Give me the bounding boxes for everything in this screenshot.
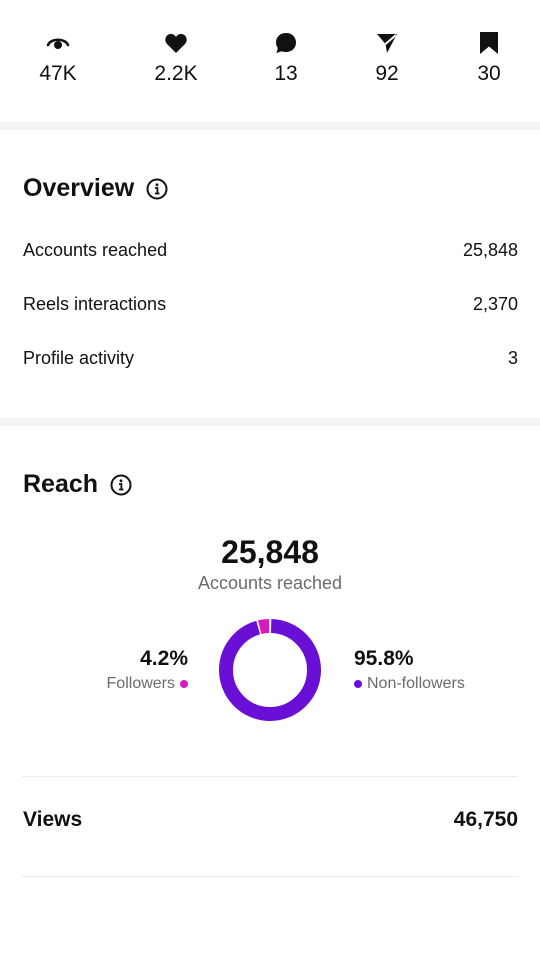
heart-icon xyxy=(136,30,216,56)
donut-segment-non-followers xyxy=(219,619,321,721)
share-icon xyxy=(347,30,427,56)
followers-percent: 4.2% xyxy=(140,647,188,670)
reach-total: 25,848 xyxy=(221,534,319,570)
reach-title: Reach xyxy=(23,470,132,499)
non-followers-legend: 95.8% Non-followers xyxy=(354,647,524,693)
section-divider xyxy=(0,122,540,130)
donut-segment-followers xyxy=(219,619,321,721)
views-label: Views xyxy=(23,808,83,831)
stat-comments: 13 xyxy=(246,30,326,86)
non-followers-percent: 95.8% xyxy=(354,647,414,670)
stat-value: 2.2K xyxy=(154,62,198,85)
row-value: 2,370 xyxy=(472,294,518,314)
divider xyxy=(22,776,518,777)
eye-icon xyxy=(18,30,98,56)
stat-value: 92 xyxy=(375,62,399,85)
info-icon[interactable] xyxy=(110,474,132,496)
followers-label: Followers xyxy=(106,675,175,692)
comment-icon xyxy=(246,30,326,56)
views-row[interactable]: Views 46,750 xyxy=(23,808,518,832)
non-followers-dot xyxy=(354,680,362,688)
stat-value: 47K xyxy=(39,62,77,85)
reach-heading: Reach xyxy=(23,470,99,498)
stat-value: 13 xyxy=(274,62,298,85)
row-value: 25,848 xyxy=(462,240,518,260)
stat-likes: 2.2K xyxy=(136,30,216,86)
stat-shares: 92 xyxy=(347,30,427,86)
bookmark-icon xyxy=(449,30,529,56)
views-value: 46,750 xyxy=(453,808,518,831)
info-icon[interactable] xyxy=(146,178,168,200)
non-followers-label: Non-followers xyxy=(367,675,465,692)
row-label: Reels interactions xyxy=(23,294,167,314)
stat-views: 47K xyxy=(18,30,98,86)
followers-legend: 4.2% Followers xyxy=(60,647,188,693)
followers-dot xyxy=(180,680,188,688)
stat-value: 30 xyxy=(477,62,501,85)
stats-row: 47K 2.2K 13 92 30 xyxy=(0,0,540,122)
stat-saves: 30 xyxy=(449,30,529,86)
overview-row-reels-interactions[interactable]: Reels interactions 2,370 xyxy=(23,294,518,315)
divider xyxy=(22,876,518,877)
overview-row-accounts-reached[interactable]: Accounts reached 25,848 xyxy=(23,240,518,261)
row-value: 3 xyxy=(507,348,518,368)
overview-title: Overview xyxy=(23,174,168,203)
row-label: Profile activity xyxy=(23,348,135,368)
overview-row-profile-activity[interactable]: Profile activity 3 xyxy=(23,348,518,369)
reach-donut-chart xyxy=(219,619,321,721)
overview-heading: Overview xyxy=(23,174,135,202)
reach-total-label: Accounts reached xyxy=(197,573,343,593)
row-label: Accounts reached xyxy=(23,240,168,260)
section-divider xyxy=(0,418,540,426)
